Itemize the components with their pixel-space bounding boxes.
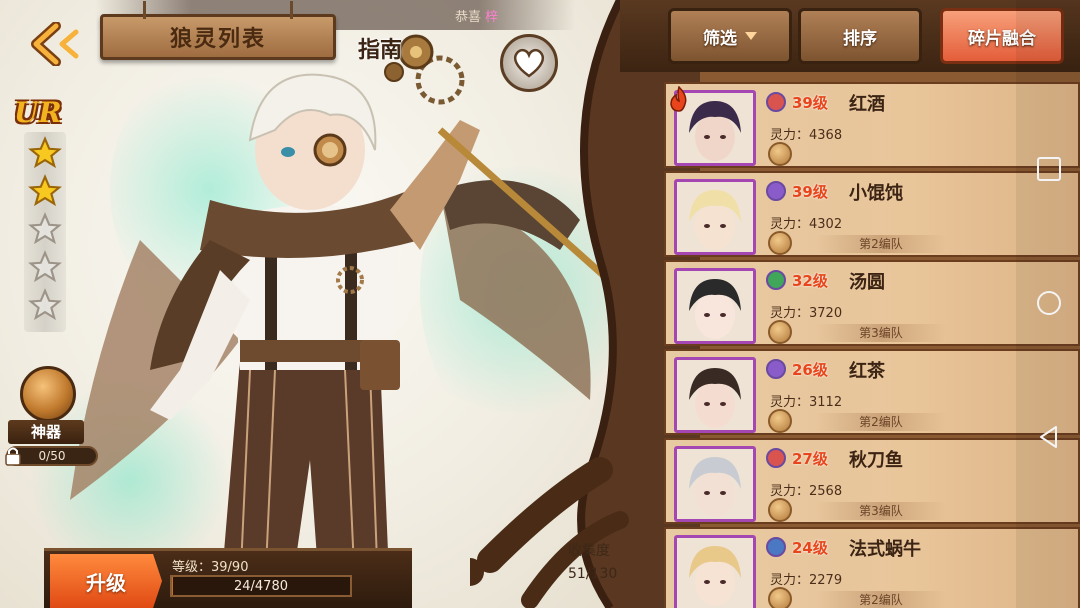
artifact-progress: 0/50: [5, 446, 98, 466]
spirit-name: 小馄饨: [849, 183, 903, 204]
nav-back-icon[interactable]: [1036, 424, 1062, 450]
star-icon: [28, 136, 62, 169]
nav-circle-icon[interactable]: [1036, 290, 1062, 316]
spirit-level: 24级: [792, 539, 828, 557]
spirit-power: 灵力：3112: [770, 395, 843, 410]
lock-icon: [5, 447, 21, 466]
artifact-label: 神器: [8, 420, 84, 444]
rank-badge-icon: [766, 270, 786, 290]
back-button[interactable]: [26, 20, 86, 68]
team-label: 第2编队: [816, 413, 946, 431]
spirit-name: 秋刀鱼: [849, 450, 903, 471]
spirit-name: 汤圆: [849, 272, 885, 293]
rarity-label: UR: [14, 96, 62, 129]
team-label: 第2编队: [816, 591, 946, 608]
spirit-portrait: [674, 268, 756, 344]
guide-label: 指南: [358, 37, 403, 63]
spirit-name: 法式蜗牛: [849, 539, 921, 560]
exp-text: 24/4780: [233, 579, 288, 594]
artifact-icon[interactable]: [20, 366, 76, 422]
page-title: 狼灵列表: [169, 26, 266, 52]
spirit-portrait: [674, 535, 756, 608]
game-screen: 恭喜 梓 狼灵列表 指南 UR 神器 0/50 升级 等级：39/90 24/4…: [0, 0, 1080, 608]
star-icon: [28, 250, 62, 283]
back-arrow-icon: [31, 22, 79, 66]
upgrade-button[interactable]: 升级: [50, 554, 162, 608]
rank-badge-icon: [766, 537, 786, 557]
system-nav-bar: [1016, 0, 1080, 608]
rank-badge-icon: [766, 448, 786, 468]
collection-value: 51/130: [568, 566, 618, 582]
rank-badge-icon: [766, 181, 786, 201]
spirit-portrait: [674, 357, 756, 433]
spirit-power: 灵力：2568: [770, 484, 843, 499]
spirit-portrait: [674, 446, 756, 522]
coin-icon: [768, 231, 792, 255]
spirit-level: 27级: [792, 450, 828, 468]
spirit-level: 32级: [792, 272, 828, 290]
spirit-power: 灵力：2279: [770, 573, 843, 588]
filter-label: 筛选: [703, 28, 737, 49]
team-label: 第3编队: [816, 502, 946, 520]
collection-label: 收集度: [568, 543, 610, 559]
coin-icon: [768, 142, 792, 166]
nav-square-icon[interactable]: [1036, 156, 1062, 182]
filter-button[interactable]: 筛选: [668, 8, 792, 64]
star-rating: [24, 132, 66, 332]
spirit-level: 39级: [792, 94, 828, 112]
guide-button[interactable]: 指南: [354, 28, 444, 88]
spirit-level: 39级: [792, 183, 828, 201]
star-icon: [28, 288, 62, 321]
spirit-power: 灵力：3720: [770, 306, 843, 321]
sort-label: 排序: [843, 28, 877, 49]
rank-badge-icon: [766, 359, 786, 379]
exp-progress-bar: 24/4780: [170, 575, 352, 597]
coin-icon: [768, 587, 792, 608]
spirit-name: 红茶: [849, 361, 885, 382]
coin-icon: [768, 498, 792, 522]
sort-button[interactable]: 排序: [798, 8, 922, 64]
team-label: 第2编队: [816, 235, 946, 253]
page-title-plank: 狼灵列表: [100, 1, 336, 60]
star-icon: [28, 174, 62, 207]
spirit-power: 灵力：4302: [770, 217, 843, 232]
star-icon: [28, 212, 62, 245]
rank-badge-icon: [766, 92, 786, 112]
chevron-down-icon: [745, 32, 757, 40]
spirit-name: 红酒: [849, 94, 885, 115]
plank-rope: [290, 1, 293, 19]
spirit-portrait: [674, 179, 756, 255]
team-label: 第3编队: [816, 324, 946, 342]
coin-icon: [768, 320, 792, 344]
spirit-power: 灵力：4368: [770, 128, 843, 143]
spirit-level: 26级: [792, 361, 828, 379]
coin-icon: [768, 409, 792, 433]
flame-icon: [670, 86, 687, 112]
plank-rope: [143, 1, 146, 19]
level-text: 等级：39/90: [172, 560, 249, 575]
